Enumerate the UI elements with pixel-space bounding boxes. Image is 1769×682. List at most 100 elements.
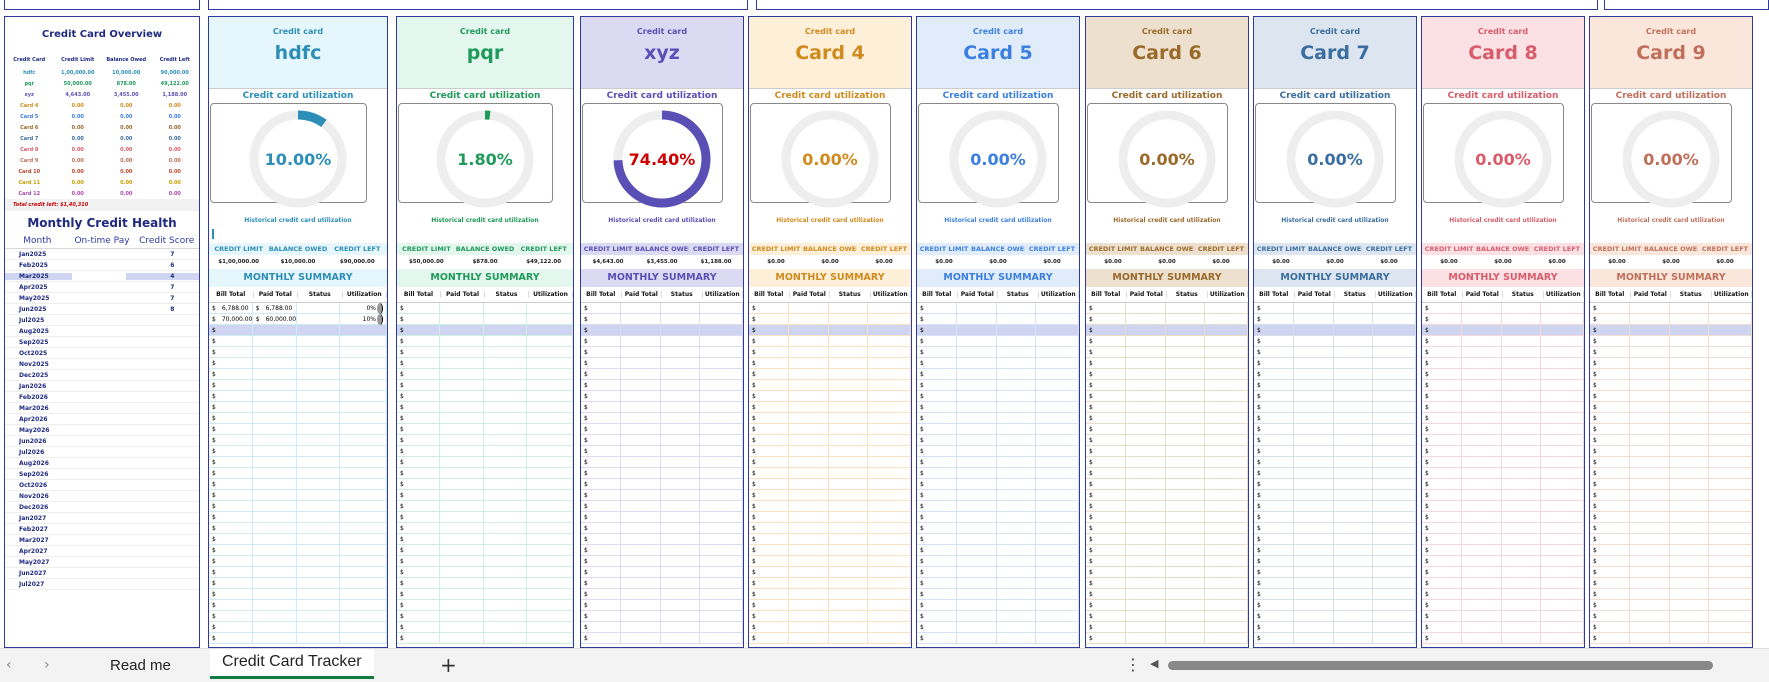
utilization-cell[interactable] [1036, 467, 1079, 479]
bill-total-cell[interactable]: $ [209, 566, 253, 578]
paid-total-cell[interactable] [440, 489, 484, 501]
paid-total-cell[interactable] [1294, 478, 1334, 490]
bill-total-cell[interactable]: $ [1590, 533, 1630, 545]
bill-total-cell[interactable]: $ [581, 412, 621, 424]
status-cell[interactable] [1166, 500, 1206, 512]
utilization-cell[interactable] [1205, 522, 1248, 534]
utilization-cell[interactable] [868, 434, 911, 446]
bill-total-cell[interactable]: $ [1422, 357, 1462, 369]
status-cell[interactable] [1334, 313, 1374, 325]
bill-total-cell[interactable]: $ [1086, 632, 1126, 644]
paid-total-cell[interactable] [1294, 621, 1334, 633]
utilization-cell[interactable] [340, 599, 387, 611]
bill-total-cell[interactable]: $ [1254, 489, 1294, 501]
table-row[interactable]: $ [581, 599, 743, 611]
status-cell[interactable] [997, 423, 1037, 435]
paid-total-cell[interactable] [957, 467, 997, 479]
status-cell[interactable] [829, 324, 869, 336]
utilization-cell[interactable] [340, 379, 387, 391]
table-row[interactable]: $ [1422, 489, 1584, 501]
paid-total-cell[interactable] [1126, 588, 1166, 600]
table-row[interactable]: $ [917, 412, 1079, 424]
paid-total-cell[interactable] [957, 533, 997, 545]
table-row[interactable]: $ [749, 478, 911, 490]
status-cell[interactable] [1502, 577, 1542, 589]
bill-total-cell[interactable]: $ [1086, 434, 1126, 446]
paid-total-cell[interactable] [1630, 335, 1670, 347]
table-row[interactable]: $ [1422, 313, 1584, 325]
utilization-cell[interactable] [1373, 313, 1416, 325]
bill-total-cell[interactable]: $ [917, 555, 957, 567]
table-row[interactable]: $ [1086, 544, 1248, 556]
bill-total-cell[interactable]: $ [1590, 357, 1630, 369]
bill-total-cell[interactable]: $ [397, 522, 441, 534]
status-cell[interactable] [484, 401, 527, 413]
paid-total-cell[interactable] [1630, 324, 1670, 336]
paid-total-cell[interactable] [957, 599, 997, 611]
utilization-cell[interactable] [1709, 346, 1752, 358]
utilization-cell[interactable] [1373, 346, 1416, 358]
bill-total-cell[interactable]: $ [397, 423, 441, 435]
bill-total-cell[interactable]: $ [1590, 632, 1630, 644]
table-row[interactable]: $ [917, 566, 1079, 578]
table-row[interactable]: $ [397, 544, 573, 556]
bill-total-cell[interactable]: $ [1254, 610, 1294, 622]
status-cell[interactable] [1166, 621, 1206, 633]
table-row[interactable]: $ [1422, 390, 1584, 402]
status-cell[interactable] [661, 566, 701, 578]
table-row[interactable]: $ [749, 489, 911, 501]
table-row[interactable]: $ [1590, 324, 1752, 336]
status-cell[interactable] [661, 621, 701, 633]
table-row[interactable]: $ [581, 621, 743, 633]
bill-total-cell[interactable]: $ [749, 302, 789, 314]
utilization-cell[interactable] [340, 522, 387, 534]
bill-total-cell[interactable]: $ [749, 401, 789, 413]
table-row[interactable]: $ [749, 632, 911, 644]
bill-total-cell[interactable]: $ [209, 533, 253, 545]
utilization-cell[interactable] [1373, 621, 1416, 633]
paid-total-cell[interactable] [253, 577, 297, 589]
bill-total-cell[interactable]: $ [1422, 401, 1462, 413]
paid-total-cell[interactable] [789, 599, 829, 611]
table-row[interactable]: $ [1422, 434, 1584, 446]
paid-total-cell[interactable] [1294, 566, 1334, 578]
paid-total-cell[interactable] [253, 533, 297, 545]
table-row[interactable]: $ [1422, 324, 1584, 336]
table-row[interactable]: $ [209, 544, 387, 556]
bill-total-cell[interactable]: $ [1422, 467, 1462, 479]
paid-total-cell[interactable] [1462, 324, 1502, 336]
table-row[interactable]: $ [749, 621, 911, 633]
utilization-cell[interactable] [1541, 467, 1584, 479]
table-row[interactable]: $70,000.00 $60,000.00 10% [209, 313, 387, 325]
status-cell[interactable] [1502, 313, 1542, 325]
utilization-cell[interactable] [868, 467, 911, 479]
paid-total-cell[interactable] [440, 445, 484, 457]
bill-total-cell[interactable]: $ [1254, 313, 1294, 325]
status-cell[interactable] [1166, 555, 1206, 567]
paid-total-cell[interactable] [440, 434, 484, 446]
table-row[interactable]: $ [397, 555, 573, 567]
paid-total-cell[interactable] [1462, 357, 1502, 369]
paid-total-cell[interactable] [789, 401, 829, 413]
status-cell[interactable] [1502, 412, 1542, 424]
paid-total-cell[interactable] [440, 324, 484, 336]
table-row[interactable]: $ [209, 357, 387, 369]
status-cell[interactable] [997, 456, 1037, 468]
status-cell[interactable] [484, 335, 527, 347]
status-cell[interactable] [829, 313, 869, 325]
status-cell[interactable] [297, 511, 341, 523]
status-cell[interactable] [1502, 500, 1542, 512]
paid-total-cell[interactable] [1462, 588, 1502, 600]
utilization-cell[interactable] [527, 566, 573, 578]
status-cell[interactable] [1670, 588, 1710, 600]
table-row[interactable]: $ [749, 324, 911, 336]
status-cell[interactable] [1670, 434, 1710, 446]
table-row[interactable]: $ [397, 500, 573, 512]
utilization-cell[interactable] [700, 577, 743, 589]
status-cell[interactable] [1166, 588, 1206, 600]
paid-total-cell[interactable] [1294, 423, 1334, 435]
table-row[interactable]: $ [917, 324, 1079, 336]
paid-total-cell[interactable] [440, 368, 484, 380]
status-cell[interactable] [1502, 324, 1542, 336]
utilization-cell[interactable] [868, 632, 911, 644]
